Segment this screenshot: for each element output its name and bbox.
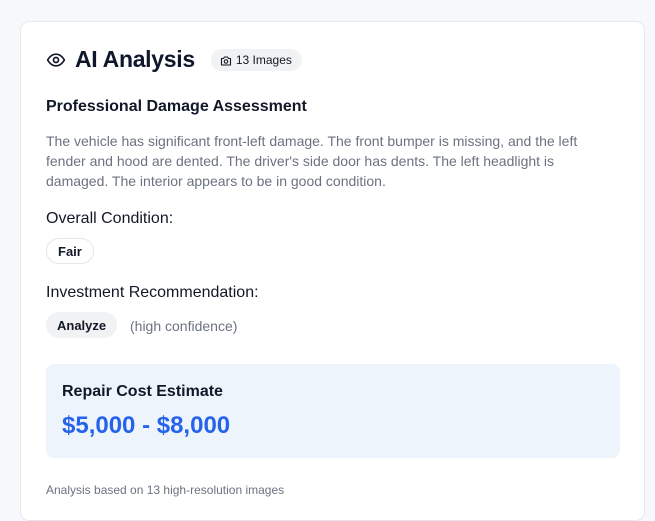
investment-recommendation-label: Investment Recommendation: <box>46 284 259 301</box>
images-count-label: 13 Images <box>235 52 292 67</box>
recommendation-badge: Analyze <box>46 312 118 338</box>
repair-cost-label: Repair Cost Estimate <box>62 383 223 400</box>
repair-cost-value: $5,000 - $8,000 <box>62 412 231 439</box>
ai-analysis-card: AI Analysis 13 Images Professional Damag… <box>20 21 645 521</box>
page-title: AI Analysis <box>75 46 195 72</box>
eye-icon <box>46 50 66 70</box>
repair-cost-panel: Repair Cost Estimate $5,000 - $8,000 <box>46 364 620 458</box>
assessment-title: Professional Damage Assessment <box>46 98 307 115</box>
assessment-summary: The vehicle has significant front-left d… <box>46 133 578 189</box>
images-count-badge: 13 Images <box>210 48 302 71</box>
confidence-text: (high confidence) <box>130 318 238 334</box>
camera-icon <box>220 55 232 66</box>
condition-badge: Fair <box>46 238 94 264</box>
analysis-footnote: Analysis based on 13 high-resolution ima… <box>46 483 285 497</box>
card-header: AI Analysis 13 Images <box>46 46 302 73</box>
overall-condition-label: Overall Condition: <box>46 210 174 227</box>
